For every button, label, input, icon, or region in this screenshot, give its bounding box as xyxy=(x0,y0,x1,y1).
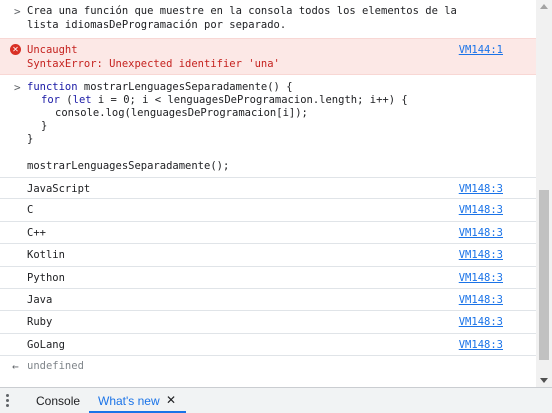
log-source-link[interactable]: VM148:3 xyxy=(459,316,503,328)
close-tab-icon[interactable]: ✕ xyxy=(166,393,176,407)
error-title: Uncaught xyxy=(27,44,78,56)
log-text: C xyxy=(27,204,34,217)
console-input-comment: > Crea una función que muestre en la con… xyxy=(0,0,536,38)
error-detail: SyntaxError: Unexpected identifier 'una' xyxy=(27,58,280,70)
code-line-6: mostrarLenguagesSeparadamente(); xyxy=(27,160,230,172)
log-row: Kotlin VM148:3 xyxy=(0,244,536,267)
result-arrow-icon: ← xyxy=(12,360,19,374)
log-text: Kotlin xyxy=(27,249,65,262)
console-input-code: > function mostrarLenguagesSeparadamente… xyxy=(0,75,536,177)
log-text: GoLang xyxy=(27,338,65,351)
scroll-down-arrow-icon[interactable] xyxy=(540,378,548,383)
log-source-link[interactable]: VM148:3 xyxy=(459,339,503,351)
prompt-chevron-icon: > xyxy=(14,81,21,94)
scrollbar-thumb[interactable] xyxy=(539,190,549,360)
vertical-scrollbar[interactable] xyxy=(536,0,552,387)
prompt-chevron-icon: > xyxy=(14,5,21,18)
code-line-1: function mostrarLenguagesSeparadamente()… xyxy=(27,81,293,93)
error-icon: ✕ xyxy=(10,44,21,55)
code-line-3: console.log(lenguagesDeProgramacion[i]); xyxy=(55,107,308,119)
console-panel: > Crea una función que muestre en la con… xyxy=(0,0,536,387)
code-line-2: for (let i = 0; i < lenguagesDeProgramac… xyxy=(41,94,408,106)
log-source-link[interactable]: VM148:3 xyxy=(459,272,503,284)
tab-whats-new[interactable]: What's new xyxy=(98,394,160,408)
scroll-up-arrow-icon[interactable] xyxy=(540,4,548,9)
comment-line-1: Crea una función que muestre en la conso… xyxy=(27,5,457,17)
more-menu-icon[interactable] xyxy=(6,394,9,408)
log-row: Ruby VM148:3 xyxy=(0,311,536,334)
log-text: Java xyxy=(27,293,53,306)
log-source-link[interactable]: VM148:3 xyxy=(459,249,503,261)
log-text: Python xyxy=(27,271,65,284)
log-source-link[interactable]: VM148:3 xyxy=(459,183,503,195)
log-text: Ruby xyxy=(27,316,53,329)
error-source-link[interactable]: VM144:1 xyxy=(459,44,503,56)
log-row: C VM148:3 xyxy=(0,199,536,222)
log-list: JavaScript VM148:3 C VM148:3 C++ VM148:3… xyxy=(0,177,536,357)
return-value-row: ← undefined xyxy=(0,356,536,376)
log-source-link[interactable]: VM148:3 xyxy=(459,227,503,239)
comment-line-2: lista idiomasDeProgramación por separado… xyxy=(27,19,287,31)
log-row: C++ VM148:3 xyxy=(0,222,536,245)
code-line-5: } xyxy=(27,133,34,145)
log-row: Java VM148:3 xyxy=(0,289,536,312)
return-value: undefined xyxy=(27,360,84,373)
log-row: JavaScript VM148:3 xyxy=(0,177,536,200)
tab-console[interactable]: Console xyxy=(36,394,80,408)
code-line-4: } xyxy=(41,120,48,132)
log-text: JavaScript xyxy=(27,183,91,195)
drawer-tabbar: Console What's new ✕ xyxy=(0,387,552,413)
log-row: GoLang VM148:3 xyxy=(0,334,536,357)
log-text: C++ xyxy=(27,226,46,239)
log-row: Python VM148:3 xyxy=(0,267,536,289)
log-source-link[interactable]: VM148:3 xyxy=(459,294,503,306)
error-message: ✕ Uncaught SyntaxError: Unexpected ident… xyxy=(0,38,536,75)
log-source-link[interactable]: VM148:3 xyxy=(459,204,503,216)
